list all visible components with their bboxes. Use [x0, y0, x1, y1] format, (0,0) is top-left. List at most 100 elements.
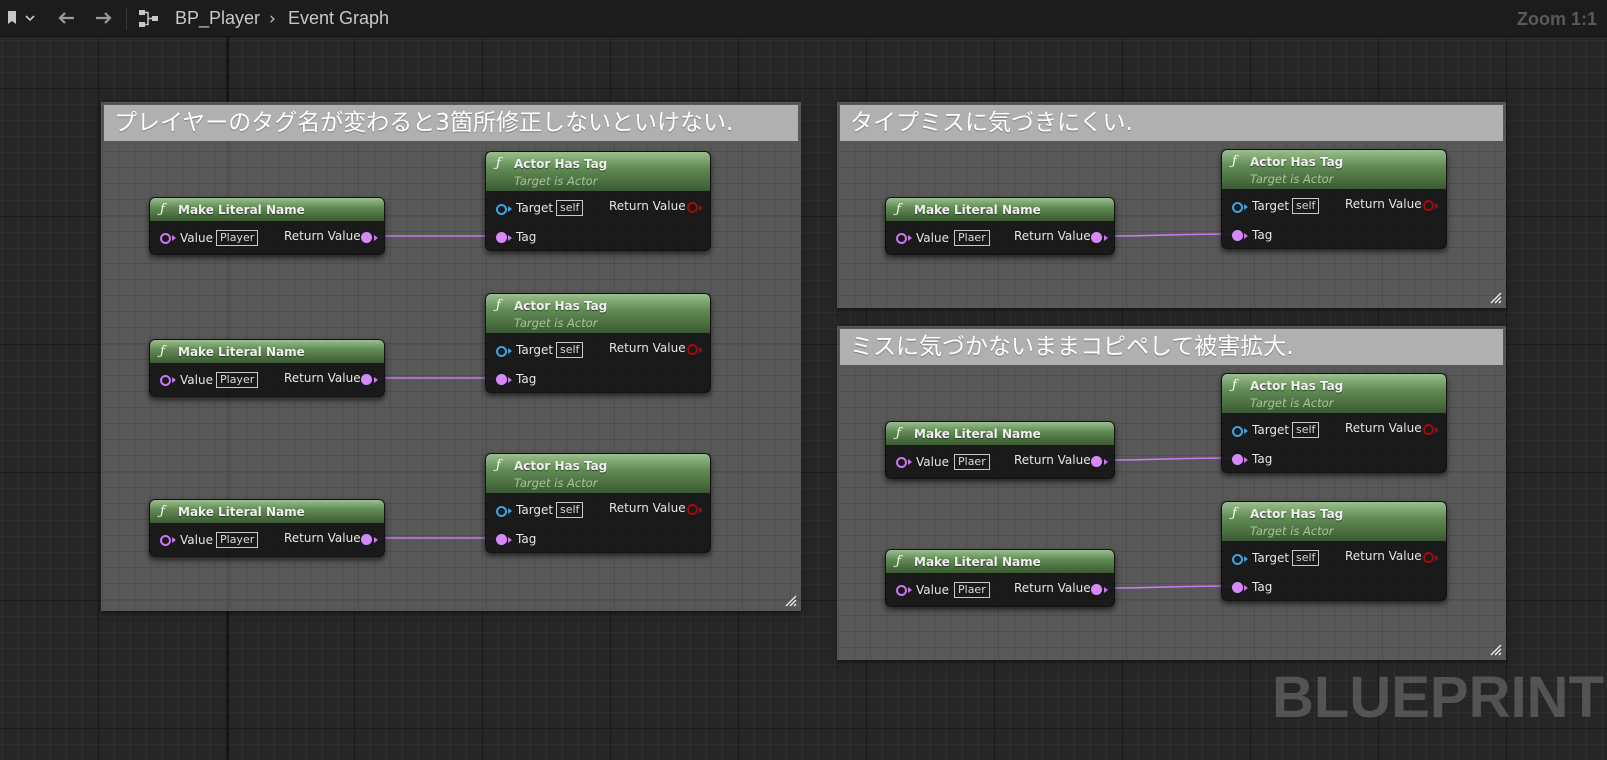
- value-field[interactable]: Player: [216, 532, 259, 548]
- make-literal-name-node[interactable]: ƒ Make Literal Name Value Plaer Return V…: [885, 549, 1115, 607]
- comment-title[interactable]: タイプミスに気づきにくい.: [840, 105, 1503, 141]
- function-icon: ƒ: [160, 344, 165, 359]
- breadcrumb-graph[interactable]: Event Graph: [288, 8, 389, 29]
- target-field[interactable]: self: [556, 200, 584, 216]
- make-literal-name-node[interactable]: ƒ Make Literal Name Value Player Return …: [149, 339, 385, 397]
- actor-has-tag-node[interactable]: ƒ Actor Has Tag Target is Actor Target s…: [485, 293, 711, 393]
- target-input-pin[interactable]: [1232, 202, 1243, 213]
- chevron-down-icon: [25, 15, 35, 22]
- value-field[interactable]: Plaer: [954, 230, 990, 246]
- node-title: Make Literal Name: [914, 555, 1041, 569]
- tag-input-pin[interactable]: [1232, 230, 1243, 241]
- graph-canvas[interactable]: プレイヤーのタグ名が変わると3箇所修正しないといけない. タイプミスに気づきにく…: [0, 0, 1607, 760]
- node-header[interactable]: ƒ Make Literal Name: [150, 198, 384, 221]
- return-value-pin[interactable]: [687, 202, 698, 213]
- value-input-pin[interactable]: [160, 233, 171, 244]
- return-value-label: Return Value: [1014, 229, 1091, 243]
- return-value-pin[interactable]: [361, 534, 372, 545]
- target-input-pin[interactable]: [496, 506, 507, 517]
- value-label: Value: [180, 533, 213, 547]
- tag-input-pin[interactable]: [496, 534, 507, 545]
- actor-has-tag-node[interactable]: ƒ Actor Has Tag Target is Actor Target s…: [485, 453, 711, 553]
- return-value-pin[interactable]: [1423, 200, 1434, 211]
- value-input-pin[interactable]: [160, 375, 171, 386]
- node-header[interactable]: ƒ Make Literal Name: [886, 198, 1114, 221]
- resize-grip-icon[interactable]: [1488, 290, 1502, 304]
- return-value-pin[interactable]: [1423, 424, 1434, 435]
- node-header[interactable]: ƒ Make Literal Name: [150, 340, 384, 363]
- return-value-label: Return Value: [1014, 453, 1091, 467]
- value-field[interactable]: Player: [216, 230, 259, 246]
- make-literal-name-node[interactable]: ƒ Make Literal Name Value Player Return …: [149, 499, 385, 557]
- pin-arrow: [508, 206, 512, 212]
- target-label: Target: [1252, 551, 1290, 565]
- return-value-pin[interactable]: [687, 504, 698, 515]
- actor-has-tag-node[interactable]: ƒ Actor Has Tag Target is Actor Target s…: [1221, 373, 1447, 473]
- node-header[interactable]: ƒ Actor Has Tag Target is Actor: [1222, 150, 1446, 189]
- target-input-pin[interactable]: [496, 204, 507, 215]
- node-subtitle: Target is Actor: [514, 316, 598, 330]
- tag-label: Tag: [1252, 452, 1273, 466]
- value-input-pin[interactable]: [160, 535, 171, 546]
- bookmark-button[interactable]: [4, 6, 38, 30]
- back-button[interactable]: [52, 6, 80, 30]
- target-input-pin[interactable]: [496, 346, 507, 357]
- node-header[interactable]: ƒ Actor Has Tag Target is Actor: [1222, 502, 1446, 541]
- tag-input-pin[interactable]: [496, 374, 507, 385]
- pin-arrow: [1435, 555, 1439, 561]
- comment-title[interactable]: ミスに気づかないままコピペして被害拡大.: [840, 329, 1503, 365]
- return-value-pin[interactable]: [361, 374, 372, 385]
- function-icon: ƒ: [896, 202, 901, 217]
- value-field[interactable]: Player: [216, 372, 259, 388]
- target-field[interactable]: self: [1292, 422, 1320, 438]
- node-header[interactable]: ƒ Actor Has Tag Target is Actor: [1222, 374, 1446, 413]
- pin-arrow: [1435, 203, 1439, 209]
- node-header[interactable]: ƒ Make Literal Name: [150, 500, 384, 523]
- return-value-pin[interactable]: [1091, 456, 1102, 467]
- target-field[interactable]: self: [1292, 198, 1320, 214]
- target-field[interactable]: self: [556, 342, 584, 358]
- resize-grip-icon[interactable]: [1488, 642, 1502, 656]
- tag-label: Tag: [516, 372, 537, 386]
- node-header[interactable]: ƒ Actor Has Tag Target is Actor: [486, 152, 710, 191]
- tag-input-pin[interactable]: [1232, 582, 1243, 593]
- resize-grip-icon[interactable]: [783, 593, 797, 607]
- target-field[interactable]: self: [1292, 550, 1320, 566]
- return-value-pin[interactable]: [687, 344, 698, 355]
- value-field[interactable]: Plaer: [954, 454, 990, 470]
- value-input-pin[interactable]: [896, 233, 907, 244]
- return-value-label: Return Value: [1014, 581, 1091, 595]
- actor-has-tag-node[interactable]: ƒ Actor Has Tag Target is Actor Target s…: [1221, 501, 1447, 601]
- make-literal-name-node[interactable]: ƒ Make Literal Name Value Player Return …: [149, 197, 385, 255]
- make-literal-name-node[interactable]: ƒ Make Literal Name Value Plaer Return V…: [885, 197, 1115, 255]
- node-header[interactable]: ƒ Make Literal Name: [886, 550, 1114, 573]
- value-input-pin[interactable]: [896, 585, 907, 596]
- comment-title[interactable]: プレイヤーのタグ名が変わると3箇所修正しないといけない.: [104, 105, 798, 141]
- actor-has-tag-node[interactable]: ƒ Actor Has Tag Target is Actor Target s…: [485, 151, 711, 251]
- target-label: Target: [516, 201, 554, 215]
- target-label: Target: [516, 343, 554, 357]
- node-header[interactable]: ƒ Actor Has Tag Target is Actor: [486, 454, 710, 493]
- tag-input-pin[interactable]: [1232, 454, 1243, 465]
- breadcrumb-blueprint[interactable]: BP_Player: [175, 8, 260, 29]
- value-input-pin[interactable]: [896, 457, 907, 468]
- return-value-pin[interactable]: [361, 232, 372, 243]
- value-label: Value: [916, 231, 949, 245]
- value-field[interactable]: Plaer: [954, 582, 990, 598]
- pin-arrow: [1244, 233, 1248, 239]
- target-input-pin[interactable]: [1232, 554, 1243, 565]
- tag-input-pin[interactable]: [496, 232, 507, 243]
- target-field[interactable]: self: [556, 502, 584, 518]
- node-header[interactable]: ƒ Make Literal Name: [886, 422, 1114, 445]
- node-subtitle: Target is Actor: [1250, 524, 1334, 538]
- forward-button[interactable]: [90, 6, 118, 30]
- target-input-pin[interactable]: [1232, 426, 1243, 437]
- return-value-pin[interactable]: [1091, 232, 1102, 243]
- bookmark-icon: [8, 11, 16, 24]
- node-header[interactable]: ƒ Actor Has Tag Target is Actor: [486, 294, 710, 333]
- return-value-pin[interactable]: [1091, 584, 1102, 595]
- pin-arrow: [699, 205, 703, 211]
- return-value-pin[interactable]: [1423, 552, 1434, 563]
- actor-has-tag-node[interactable]: ƒ Actor Has Tag Target is Actor Target s…: [1221, 149, 1447, 249]
- make-literal-name-node[interactable]: ƒ Make Literal Name Value Plaer Return V…: [885, 421, 1115, 479]
